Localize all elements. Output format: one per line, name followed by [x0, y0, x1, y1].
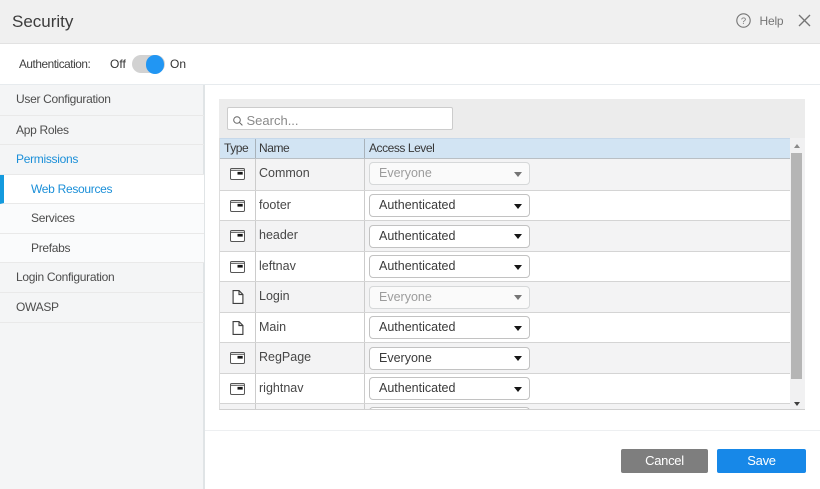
svg-text:?: ? [741, 16, 746, 27]
